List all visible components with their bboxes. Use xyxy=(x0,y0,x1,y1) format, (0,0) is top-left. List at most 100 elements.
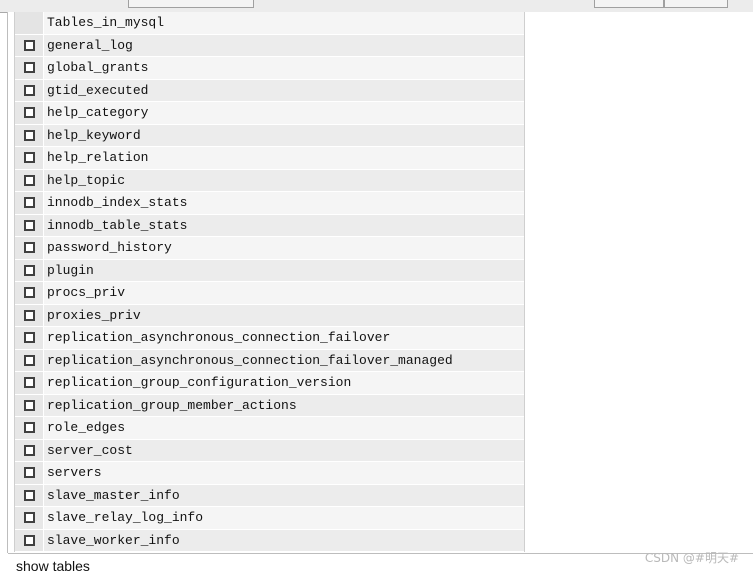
row-checkbox[interactable] xyxy=(23,512,35,524)
table-row[interactable]: replication_group_member_actions xyxy=(15,394,524,417)
status-bar: show tables xyxy=(8,553,753,574)
table-name-cell: replication_asynchronous_connection_fail… xyxy=(44,327,524,349)
row-select-cell xyxy=(15,372,44,394)
status-query-text: show tables xyxy=(16,558,90,574)
row-checkbox[interactable] xyxy=(23,444,35,456)
table-row[interactable]: replication_asynchronous_connection_fail… xyxy=(15,327,524,350)
table-row[interactable]: replication_asynchronous_connection_fail… xyxy=(15,349,524,372)
table-row[interactable]: help_keyword xyxy=(15,124,524,147)
row-select-cell xyxy=(15,169,44,191)
table-row[interactable]: general_log xyxy=(15,34,524,57)
column-header-tables-in-mysql[interactable]: Tables_in_mysql xyxy=(44,12,524,34)
row-checkbox[interactable] xyxy=(23,467,35,479)
table-name-cell: global_grants xyxy=(44,57,524,79)
row-select-cell xyxy=(15,124,44,146)
row-checkbox[interactable] xyxy=(23,219,35,231)
watermark: CSDN @#明天# xyxy=(644,551,739,565)
row-checkbox[interactable] xyxy=(23,174,35,186)
row-select-cell xyxy=(15,79,44,101)
table-name-cell: help_topic xyxy=(44,169,524,191)
table-name-cell: slave_master_info xyxy=(44,484,524,506)
toolbar-button[interactable] xyxy=(128,0,254,8)
table-name-cell: replication_group_configuration_version xyxy=(44,372,524,394)
row-select-cell xyxy=(15,349,44,371)
table-name-cell: help_category xyxy=(44,102,524,124)
table-name-cell: innodb_index_stats xyxy=(44,192,524,214)
row-checkbox[interactable] xyxy=(23,399,35,411)
table-name-cell: plugin xyxy=(44,259,524,281)
table-row[interactable]: server_cost xyxy=(15,439,524,462)
row-checkbox[interactable] xyxy=(23,39,35,51)
table-name-cell: servers xyxy=(44,462,524,484)
row-checkbox[interactable] xyxy=(23,242,35,254)
row-checkbox[interactable] xyxy=(23,62,35,74)
table-name-cell: help_relation xyxy=(44,147,524,169)
row-checkbox[interactable] xyxy=(23,422,35,434)
row-checkbox[interactable] xyxy=(23,489,35,501)
row-select-cell xyxy=(15,529,44,551)
row-select-cell xyxy=(15,304,44,326)
row-checkbox[interactable] xyxy=(23,152,35,164)
table-name-cell: password_history xyxy=(44,237,524,259)
row-select-cell xyxy=(15,507,44,529)
table-name-cell: server_cost xyxy=(44,439,524,461)
row-select-cell xyxy=(15,417,44,439)
row-checkbox[interactable] xyxy=(23,84,35,96)
table-row[interactable]: help_category xyxy=(15,102,524,125)
table-row[interactable]: slave_worker_info xyxy=(15,529,524,552)
row-checkbox[interactable] xyxy=(23,287,35,299)
row-select-cell xyxy=(15,34,44,56)
results-grid: Tables_in_mysql general_log global_grants… xyxy=(14,12,525,552)
row-checkbox[interactable] xyxy=(23,309,35,321)
table-row[interactable]: innodb_table_stats xyxy=(15,214,524,237)
row-select-cell xyxy=(15,439,44,461)
row-checkbox[interactable] xyxy=(23,354,35,366)
row-checkbox[interactable] xyxy=(23,534,35,546)
row-select-cell xyxy=(15,147,44,169)
row-checkbox[interactable] xyxy=(23,107,35,119)
row-select-cell xyxy=(15,102,44,124)
table-name-cell: proxies_priv xyxy=(44,304,524,326)
row-select-cell xyxy=(15,214,44,236)
table-name-cell: help_keyword xyxy=(44,124,524,146)
table-row[interactable]: global_grants xyxy=(15,57,524,80)
row-checkbox[interactable] xyxy=(23,332,35,344)
table-name-cell: slave_worker_info xyxy=(44,529,524,551)
table-name-cell: general_log xyxy=(44,34,524,56)
table-name-cell: replication_asynchronous_connection_fail… xyxy=(44,349,524,371)
table-name-cell: slave_relay_log_info xyxy=(44,507,524,529)
table-name-cell: procs_priv xyxy=(44,282,524,304)
table-name-cell: replication_group_member_actions xyxy=(44,394,524,416)
row-select-cell xyxy=(15,237,44,259)
table-row[interactable]: help_relation xyxy=(15,147,524,170)
row-select-cell xyxy=(15,282,44,304)
table-row[interactable]: slave_master_info xyxy=(15,484,524,507)
table-row[interactable]: plugin xyxy=(15,259,524,282)
toolbar-button[interactable] xyxy=(594,0,664,8)
table-row[interactable]: innodb_index_stats xyxy=(15,192,524,215)
row-select-cell xyxy=(15,462,44,484)
row-checkbox[interactable] xyxy=(23,129,35,141)
row-select-cell xyxy=(15,192,44,214)
table-row[interactable]: password_history xyxy=(15,237,524,260)
table-name-cell: innodb_table_stats xyxy=(44,214,524,236)
row-checkbox[interactable] xyxy=(23,377,35,389)
row-select-cell xyxy=(15,484,44,506)
table-row[interactable]: role_edges xyxy=(15,417,524,440)
toolbar-button[interactable] xyxy=(664,0,728,8)
header-select-cell xyxy=(15,12,44,34)
row-select-cell xyxy=(15,57,44,79)
row-select-cell xyxy=(15,259,44,281)
table-row[interactable]: procs_priv xyxy=(15,282,524,305)
row-select-cell xyxy=(15,327,44,349)
table-name-cell: gtid_executed xyxy=(44,79,524,101)
table-row[interactable]: proxies_priv xyxy=(15,304,524,327)
table-row[interactable]: slave_relay_log_info xyxy=(15,507,524,530)
table-row[interactable]: replication_group_configuration_version xyxy=(15,372,524,395)
row-checkbox[interactable] xyxy=(23,197,35,209)
table-name-cell: role_edges xyxy=(44,417,524,439)
table-row[interactable]: gtid_executed xyxy=(15,79,524,102)
table-row[interactable]: help_topic xyxy=(15,169,524,192)
row-checkbox[interactable] xyxy=(23,264,35,276)
table-row[interactable]: servers xyxy=(15,462,524,485)
